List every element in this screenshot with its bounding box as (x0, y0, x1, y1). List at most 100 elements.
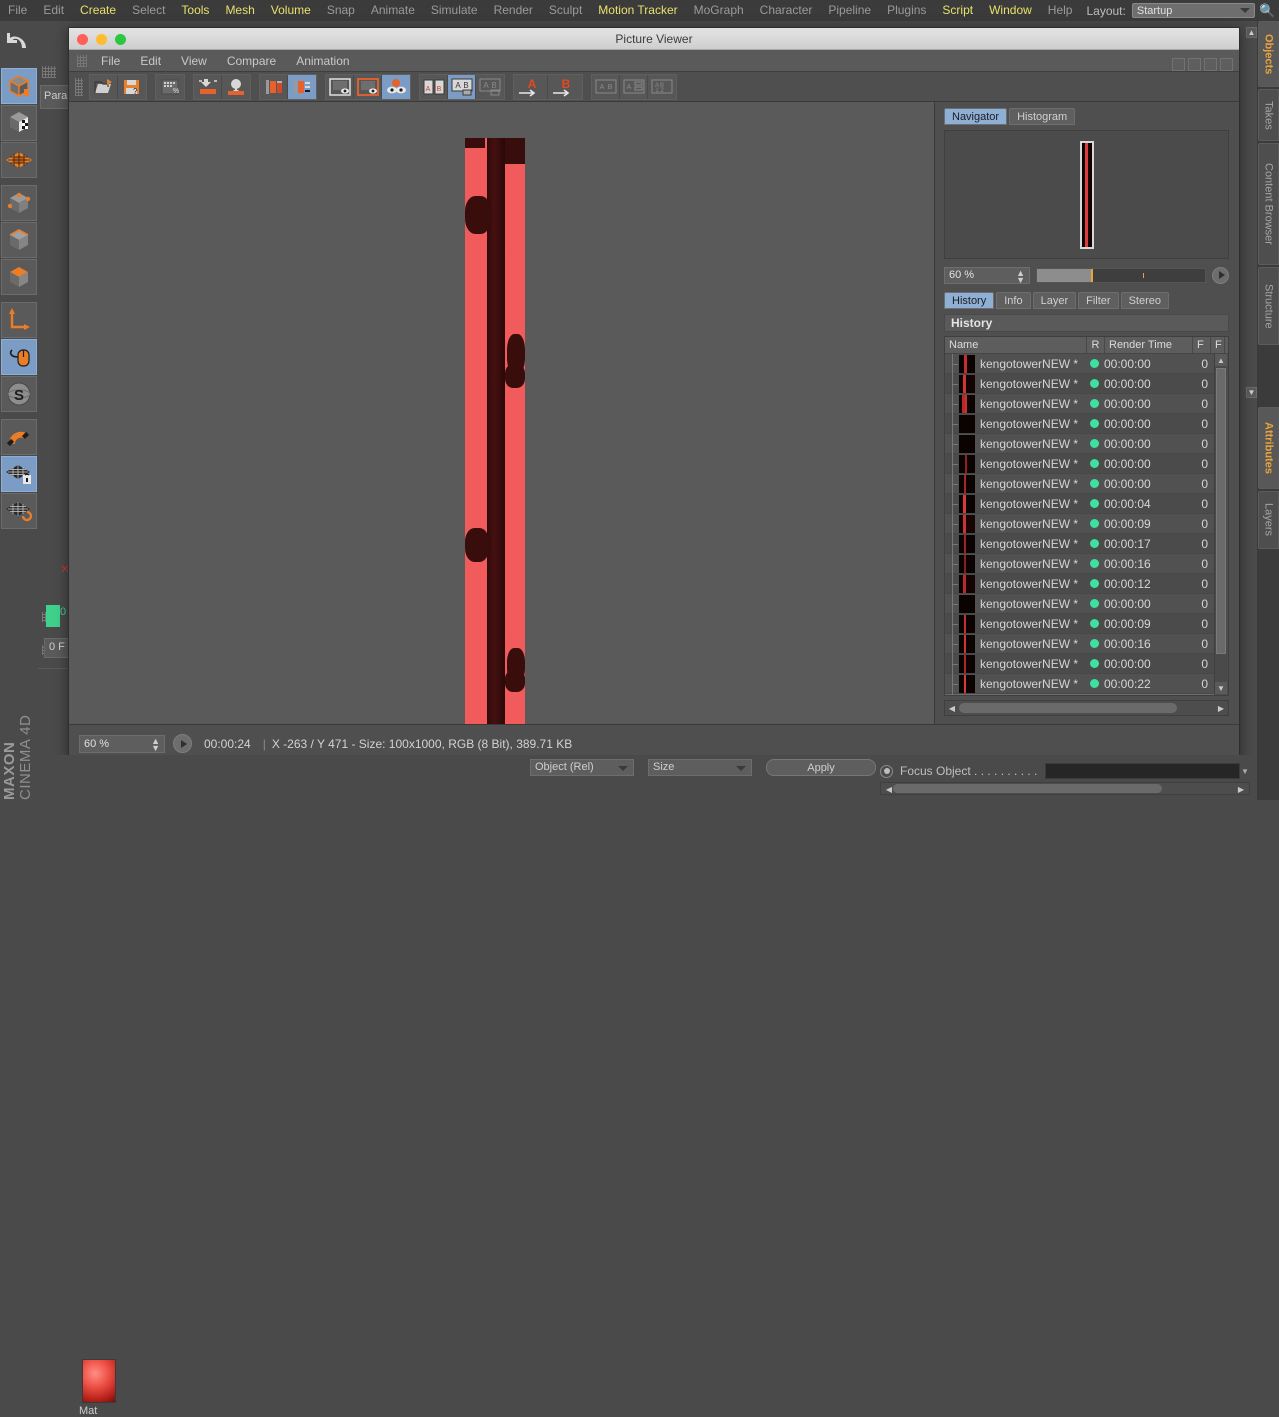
image-canvas[interactable] (69, 102, 935, 724)
layout-grid-icon[interactable] (1188, 58, 1201, 71)
table-row[interactable]: kengotowerNEW * 00:00:00 0 (945, 413, 1214, 434)
maximize-button[interactable] (115, 34, 126, 45)
undo-tool[interactable] (0, 21, 38, 61)
show-both-button[interactable] (382, 74, 410, 99)
menu-tools[interactable]: Tools (173, 0, 217, 21)
menu-window[interactable]: Window (981, 0, 1040, 21)
menu-file[interactable]: File (0, 0, 35, 21)
focus-object-input[interactable] (1045, 763, 1240, 779)
scroll-down-icon[interactable]: ▼ (1215, 682, 1227, 694)
column-header-r[interactable]: R (1087, 337, 1105, 353)
sidebar-tab-content-browser[interactable]: Content Browser (1258, 143, 1279, 265)
navigator-zoom-slider[interactable] (1036, 267, 1206, 283)
pv-menu-edit[interactable]: Edit (130, 50, 171, 72)
row-thumbnail[interactable] (959, 554, 975, 573)
search-icon[interactable]: 🔍 (1255, 3, 1279, 19)
menu-script[interactable]: Script (934, 0, 981, 21)
scrollbar-thumb[interactable] (893, 784, 1162, 793)
show-image-b-button[interactable] (354, 74, 382, 99)
texture-mode-tool[interactable] (1, 105, 37, 141)
scroll-right-icon[interactable]: ▶ (1234, 785, 1248, 794)
column-header-render-time[interactable]: Render Time (1105, 337, 1193, 353)
tab-stereo[interactable]: Stereo (1120, 292, 1169, 309)
coordinate-system-dropdown[interactable]: Object (Rel) (530, 758, 634, 776)
menu-snap[interactable]: Snap (319, 0, 363, 21)
menu-create[interactable]: Create (72, 0, 124, 21)
sidebar-tab-objects[interactable]: Objects (1258, 21, 1279, 87)
statusbar-zoom-field[interactable]: 60 % ▲ ▼ (79, 734, 165, 753)
table-row[interactable]: kengotowerNEW * 00:00:12 0 (945, 573, 1214, 594)
stepper-icon[interactable]: ▲ ▼ (1016, 268, 1025, 284)
sidebar-tab-layers[interactable]: Layers (1258, 491, 1279, 549)
panel-grip[interactable] (42, 66, 56, 78)
pv-menu-animation[interactable]: Animation (286, 50, 359, 72)
focus-object-radio[interactable] (880, 764, 893, 778)
send-to-picture-viewer-button[interactable] (194, 74, 222, 99)
table-row[interactable]: kengotowerNEW * 00:00:00 0 (945, 453, 1214, 474)
collapse-icon[interactable] (1220, 58, 1233, 71)
navigator-thumbnail[interactable] (1079, 141, 1094, 249)
table-row[interactable]: kengotowerNEW * 00:00:00 0 (945, 653, 1214, 674)
row-thumbnail[interactable] (959, 534, 975, 553)
close-button[interactable] (77, 34, 88, 45)
statusbar-play-button[interactable] (173, 734, 192, 753)
delete-image-button[interactable] (260, 74, 288, 99)
render-region-button[interactable] (222, 74, 250, 99)
table-row[interactable]: kengotowerNEW * 00:00:00 0 (945, 354, 1214, 374)
rendered-image[interactable] (465, 138, 525, 724)
menu-grip[interactable] (77, 54, 87, 67)
pv-menu-view[interactable]: View (171, 50, 217, 72)
edge-mode-tool[interactable] (1, 222, 37, 258)
row-thumbnail[interactable] (959, 414, 975, 433)
sidebar-tab-takes[interactable]: Takes (1258, 89, 1279, 141)
column-header-name[interactable]: Name (945, 337, 1087, 353)
tab-history[interactable]: History (944, 292, 995, 309)
table-row[interactable]: kengotowerNEW * 00:00:00 0 (945, 593, 1214, 614)
polygon-grid-tool[interactable] (1, 142, 37, 178)
scroll-right-icon[interactable]: ▶ (1214, 704, 1228, 713)
menu-help[interactable]: Help (1040, 0, 1081, 21)
menu-mograph[interactable]: MoGraph (686, 0, 752, 21)
navigator-zoom-field[interactable]: 60 % ▲ ▼ (944, 266, 1030, 284)
navigator-play-button[interactable] (1212, 266, 1229, 284)
table-row[interactable]: kengotowerNEW * 00:00:00 0 (945, 433, 1214, 454)
layout-split-icon[interactable] (1172, 58, 1185, 71)
menu-pipeline[interactable]: Pipeline (820, 0, 879, 21)
table-row[interactable]: kengotowerNEW * 00:00:00 0 (945, 473, 1214, 494)
row-thumbnail[interactable] (959, 394, 975, 413)
picture-viewer-titlebar[interactable]: Picture Viewer (69, 28, 1239, 50)
row-thumbnail[interactable] (959, 474, 975, 493)
row-thumbnail[interactable] (959, 574, 975, 593)
menu-simulate[interactable]: Simulate (423, 0, 486, 21)
polygon-mode-tool[interactable] (1, 259, 37, 295)
lock-grid-tool[interactable] (1, 456, 37, 492)
minimize-button[interactable] (96, 34, 107, 45)
tab-filter[interactable]: Filter (1078, 292, 1119, 309)
scroll-up-icon[interactable]: ▲ (1246, 27, 1257, 38)
row-thumbnail[interactable] (959, 654, 975, 673)
pv-menu-compare[interactable]: Compare (217, 50, 286, 72)
magnet-tool[interactable] (1, 419, 37, 455)
table-row[interactable]: kengotowerNEW * 00:00:09 0 (945, 613, 1214, 634)
table-row[interactable]: kengotowerNEW * 00:00:04 0 (945, 493, 1214, 514)
ab-compare-side-button[interactable]: A B (592, 74, 620, 99)
axis-tool[interactable] (1, 302, 37, 338)
compare-ab-active-button[interactable]: A B (448, 74, 476, 99)
menu-plugins[interactable]: Plugins (879, 0, 934, 21)
clear-history-button[interactable] (288, 74, 316, 99)
menu-motion-tracker[interactable]: Motion Tracker (590, 0, 685, 21)
row-thumbnail[interactable] (959, 354, 975, 373)
compare-ab-button[interactable]: A B (420, 74, 448, 99)
table-row[interactable]: kengotowerNEW * 00:00:22 0 (945, 673, 1214, 694)
menu-animate[interactable]: Animate (363, 0, 423, 21)
column-header-f1[interactable]: F (1193, 337, 1211, 353)
viewport-tool[interactable] (1, 339, 37, 375)
size-mode-dropdown[interactable]: Size (648, 758, 752, 776)
scale-tool[interactable]: S (1, 376, 37, 412)
table-row[interactable]: kengotowerNEW * 00:00:00 0 (945, 373, 1214, 394)
ab-compare-stack-button[interactable]: A (620, 74, 648, 99)
chevron-down-icon[interactable]: ▼ (1240, 767, 1250, 776)
scrollbar-thumb[interactable] (1216, 368, 1226, 654)
slider-handle[interactable] (1090, 268, 1093, 282)
open-image-button[interactable] (90, 74, 118, 99)
